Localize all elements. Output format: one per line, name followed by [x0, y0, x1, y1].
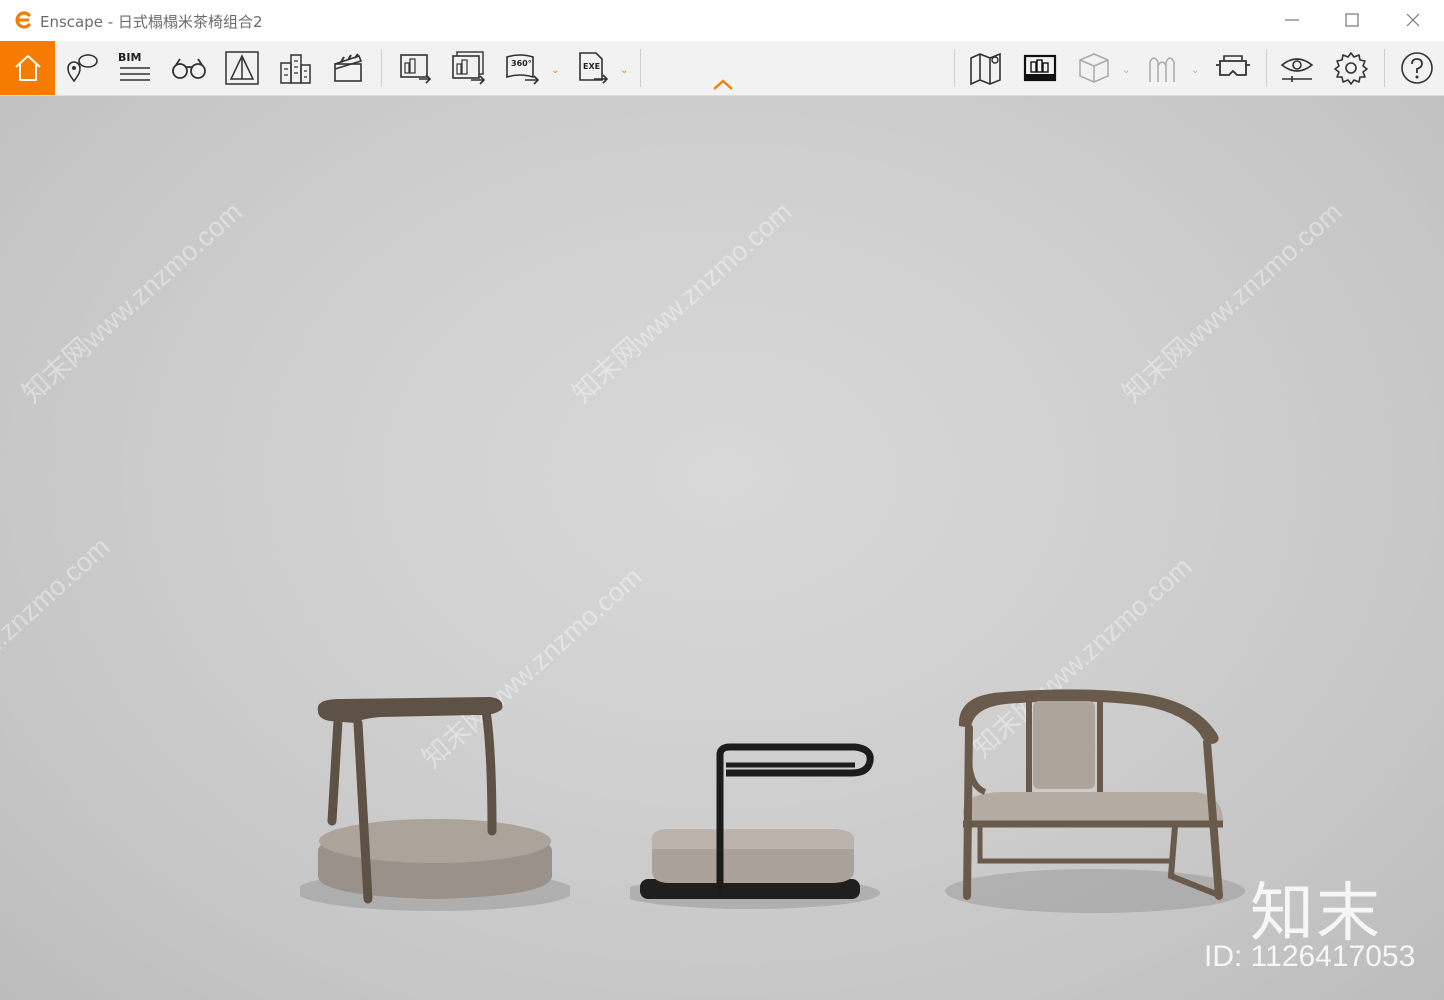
close-button[interactable] [1383, 0, 1443, 40]
eye-settings-icon [1280, 58, 1314, 82]
panorama-export-button[interactable]: 360° [502, 41, 542, 95]
bim-button[interactable]: BIM [115, 41, 155, 95]
close-icon [1406, 13, 1420, 27]
chevron-up-icon [713, 79, 733, 90]
export-image-icon [400, 54, 432, 84]
home-icon [14, 55, 41, 81]
panorama-label: 360° [511, 59, 532, 68]
video-button[interactable] [328, 41, 368, 95]
collapse-toolbar-button[interactable] [708, 41, 738, 95]
minimize-icon [1285, 19, 1299, 21]
main-toolbar: BIM 360° ⌄ EXE ⌄ ⌄ ⌄ [0, 41, 1444, 96]
chevron-down-icon[interactable]: ⌄ [620, 65, 628, 76]
people-button [1142, 41, 1182, 95]
help-button[interactable] [1396, 41, 1438, 95]
toolbar-separator [640, 49, 641, 87]
panorama-export-icon [506, 54, 540, 85]
asset-library-button[interactable] [1020, 41, 1060, 95]
vr-headset-icon [1216, 55, 1250, 76]
people-icon [1149, 57, 1175, 82]
buildings-icon [280, 54, 311, 84]
exe-label: EXE [583, 62, 601, 71]
asset-library-icon [1023, 54, 1057, 82]
toolbar-separator [1266, 49, 1267, 87]
batch-export-button[interactable] [448, 41, 488, 95]
bim-label: BIM [118, 50, 142, 64]
exe-export-button[interactable]: EXE [572, 41, 612, 95]
binoculars-icon [172, 58, 206, 79]
floor-cushion-chair [630, 743, 880, 909]
image-id-label: ID: 1126417053 [1204, 940, 1416, 973]
window-title: Enscape - 日式榻榻米茶椅组合2 [40, 13, 263, 31]
map-button[interactable] [966, 41, 1006, 95]
watermark: 知末网www.znzmo.com [1116, 196, 1348, 409]
pyramid-icon [225, 51, 259, 85]
batch-export-icon [452, 51, 486, 85]
watermark: 知末网www.znzmo.com [16, 196, 248, 409]
settings-button[interactable] [1330, 41, 1372, 95]
location-chat-icon [67, 54, 98, 83]
enscape-logo-icon [15, 11, 31, 29]
chevron-down-icon[interactable]: ⌄ [551, 65, 559, 76]
map-icon [970, 52, 1001, 86]
cube-icon [1079, 53, 1109, 83]
sketch-button[interactable] [222, 41, 262, 95]
round-cushion-chair [300, 697, 570, 911]
location-button[interactable] [62, 41, 102, 95]
render-viewport[interactable]: 知末网www.znzmo.com 知末网www.znzmo.com 知末网www… [0, 96, 1444, 1000]
maximize-button[interactable] [1322, 0, 1382, 40]
gear-icon [1334, 52, 1368, 85]
cube-button [1074, 41, 1114, 95]
toolbar-separator [954, 49, 955, 87]
watermark: 知末网www.znzmo.com [0, 531, 116, 744]
buildings-button[interactable] [275, 41, 315, 95]
bim-icon [120, 66, 150, 81]
watermark: 知末网www.znzmo.com [566, 196, 798, 409]
title-bar: Enscape - 日式榻榻米茶椅组合2 [0, 0, 1444, 42]
chevron-down-icon: ⌄ [1122, 65, 1131, 76]
minimize-button[interactable] [1262, 0, 1322, 40]
home-button[interactable] [0, 41, 55, 95]
help-icon [1401, 52, 1433, 84]
vr-button[interactable] [1212, 41, 1254, 95]
toolbar-separator [1384, 49, 1385, 87]
armchair [945, 689, 1245, 913]
toolbar-separator [381, 49, 382, 87]
screenshot-export-button[interactable] [395, 41, 435, 95]
views-button[interactable] [168, 41, 210, 95]
chevron-down-icon: ⌄ [1191, 65, 1200, 76]
clapperboard-icon [334, 53, 363, 82]
visual-settings-button[interactable] [1276, 41, 1318, 95]
maximize-icon [1345, 13, 1359, 27]
